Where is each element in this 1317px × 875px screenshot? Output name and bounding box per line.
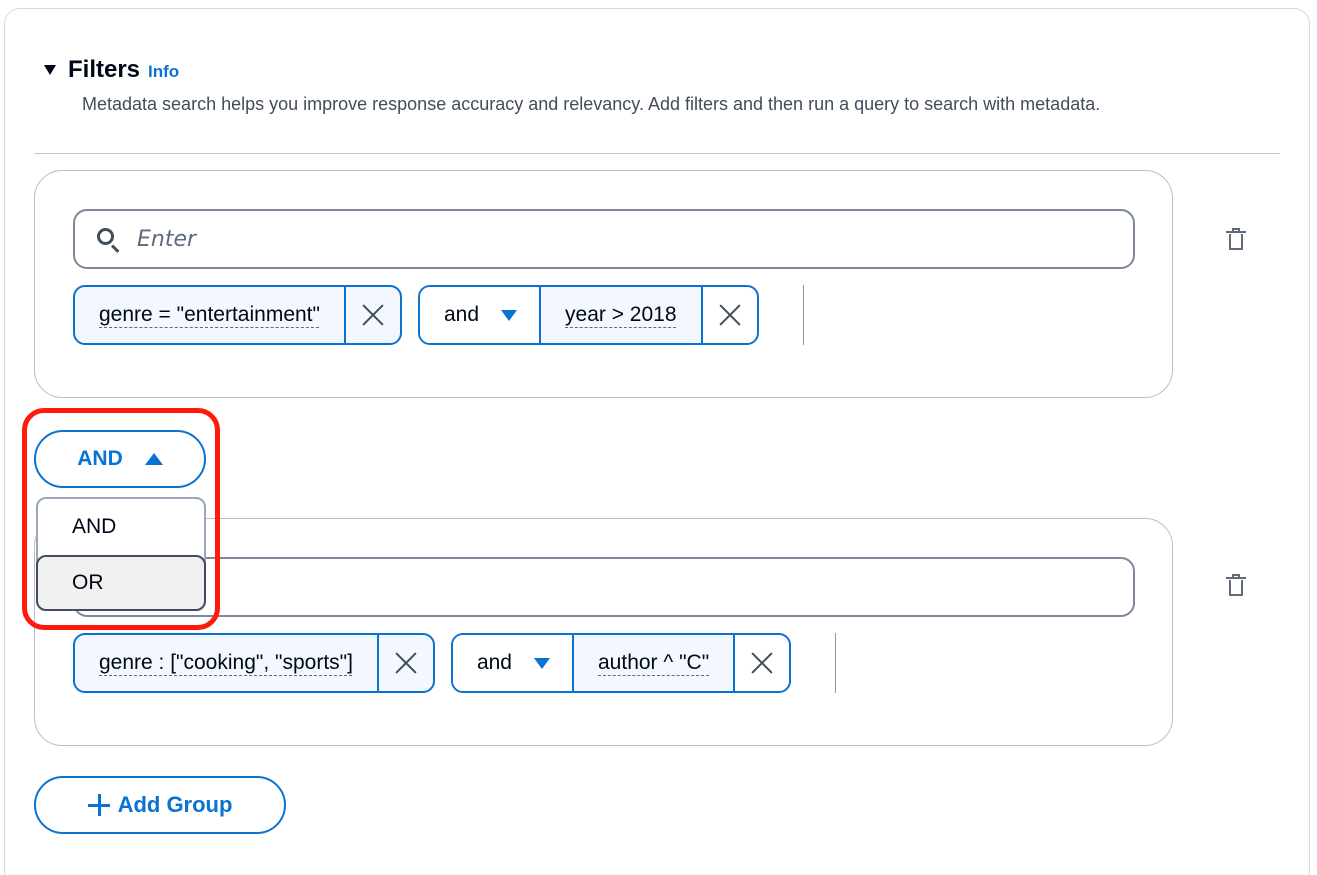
expand-caret-icon[interactable] [44,65,56,75]
group-1-search-box[interactable] [73,209,1135,269]
remove-token-button[interactable] [376,635,433,691]
close-icon [361,303,385,327]
dropdown-option-or[interactable]: OR [36,555,206,611]
filters-header[interactable]: Filters Info [44,56,179,84]
token-operator-select[interactable]: and [452,635,574,691]
close-icon [718,303,742,327]
filter-token[interactable]: and author ^ "C" [450,633,792,693]
filter-token-label[interactable]: genre : ["cooking", "sports"] [75,635,377,691]
filter-token-label[interactable]: genre = "entertainment" [75,287,344,343]
filter-token[interactable]: genre : ["cooking", "sports"] [73,633,435,693]
group-1-tokens: genre = "entertainment" and year > 2018 [73,285,804,345]
dropdown-option-and[interactable]: AND [38,499,204,555]
group-1-search-input[interactable] [137,226,1037,252]
group-2-search-box[interactable] [73,557,1135,617]
filters-description: Metadata search helps you improve respon… [82,94,1101,114]
token-separator [802,285,804,345]
token-operator-label: and [443,303,480,326]
caret-down-icon [534,657,550,669]
token-separator [835,633,837,693]
token-operator-label: and [476,651,512,674]
filters-title: Filters [68,56,141,83]
remove-token-button[interactable] [700,287,757,343]
info-link[interactable]: Info [148,62,179,82]
remove-token-button[interactable] [733,635,789,691]
group-2-search-input[interactable] [137,574,1037,600]
token-operator-select[interactable]: and [419,287,542,343]
group-2-tokens: genre : ["cooking", "sports"] and author… [73,633,837,693]
filter-group-1: genre = "entertainment" and year > 2018 [34,170,1173,398]
plus-icon [87,794,110,816]
search-icon [95,226,121,253]
delete-group-1-icon[interactable] [1226,228,1248,254]
divider [34,153,1280,154]
group-operator-button[interactable]: AND [34,430,206,488]
filter-token-label[interactable]: author ^ "C" [574,635,734,691]
group-operator-label: AND [77,447,123,470]
add-group-label: Add Group [117,792,233,817]
remove-token-button[interactable] [343,287,400,343]
filter-token-label[interactable]: year > 2018 [541,287,701,343]
filter-token[interactable]: and year > 2018 [417,285,759,345]
add-group-button[interactable]: Add Group [34,776,286,834]
caret-down-icon [501,309,518,321]
filter-token[interactable]: genre = "entertainment" [73,285,402,345]
group-operator-dropdown: AND OR [36,497,206,611]
caret-up-icon [144,453,163,465]
close-icon [750,651,774,675]
delete-group-2-icon[interactable] [1226,574,1248,600]
close-icon [394,651,418,675]
